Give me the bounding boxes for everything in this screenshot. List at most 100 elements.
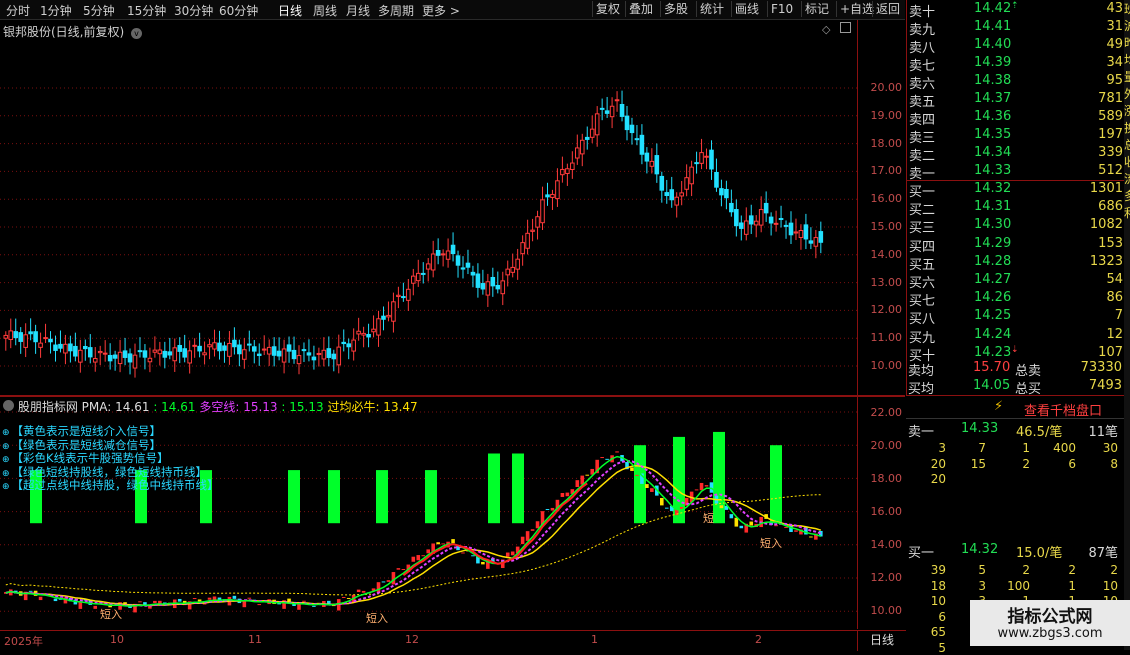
candle-body[interactable] — [117, 351, 123, 365]
candle-body[interactable] — [773, 222, 779, 225]
toolbar-button-8[interactable]: 返回 — [872, 1, 903, 17]
book-row[interactable]: 卖六 14.38 95 — [907, 73, 1125, 92]
candle-body[interactable] — [157, 349, 163, 355]
candle-body[interactable] — [525, 232, 530, 249]
candle-body[interactable] — [43, 337, 48, 340]
candle-body[interactable] — [137, 350, 143, 353]
candle-body[interactable] — [406, 288, 411, 301]
candle-body[interactable] — [500, 280, 506, 295]
candle-body[interactable] — [33, 331, 38, 343]
candle-body[interactable] — [346, 343, 351, 348]
book-row[interactable]: 卖五 14.37 781 — [907, 91, 1125, 110]
candle-body[interactable] — [669, 189, 675, 201]
candle-body[interactable] — [336, 346, 342, 366]
candle-body[interactable] — [415, 272, 421, 282]
candle-body[interactable] — [783, 224, 789, 227]
candle-body[interactable] — [8, 330, 14, 340]
candle-body[interactable] — [261, 348, 267, 351]
candle-body[interactable] — [565, 168, 570, 174]
candle-body[interactable] — [172, 347, 178, 362]
candle-body[interactable] — [560, 168, 565, 176]
candle-body[interactable] — [291, 349, 297, 360]
candle-body[interactable] — [187, 350, 192, 364]
candle-body[interactable] — [694, 162, 699, 165]
period-tab-10[interactable]: 更多 > — [422, 2, 460, 19]
candle-body[interactable] — [455, 255, 461, 266]
book-row[interactable]: 卖七 14.39 34 — [907, 55, 1125, 74]
candle-body[interactable] — [331, 353, 337, 360]
candle-body[interactable] — [545, 194, 550, 198]
candle-body[interactable] — [649, 160, 655, 167]
candle-body[interactable] — [48, 338, 53, 343]
candle-body[interactable] — [122, 350, 128, 358]
candle-body[interactable] — [530, 229, 535, 232]
candle-body[interactable] — [271, 346, 277, 356]
candle-body[interactable] — [699, 152, 704, 164]
candle-body[interactable] — [734, 209, 739, 227]
candle-body[interactable] — [739, 222, 744, 229]
candle-body[interactable] — [550, 193, 555, 198]
book-row[interactable]: 买一 14.32 1301 — [907, 181, 1125, 200]
candle-body[interactable] — [575, 147, 580, 159]
candle-body[interactable] — [430, 253, 436, 271]
period-tab-4[interactable]: 30分钟 — [174, 2, 213, 19]
candle-body[interactable] — [788, 222, 794, 236]
candle-body[interactable] — [535, 216, 540, 228]
candle-body[interactable] — [724, 188, 729, 199]
candle-body[interactable] — [78, 349, 83, 363]
period-tab-7[interactable]: 周线 — [313, 2, 337, 19]
candle-body[interactable] — [251, 346, 257, 352]
candle-body[interactable] — [361, 332, 366, 336]
period-tab-2[interactable]: 5分钟 — [83, 2, 115, 19]
book-row[interactable]: 卖九 14.41 31 — [907, 19, 1125, 38]
candle-body[interactable] — [38, 342, 43, 348]
candle-body[interactable] — [232, 339, 237, 348]
candle-body[interactable] — [237, 344, 242, 355]
candle-body[interactable] — [753, 220, 759, 226]
candle-body[interactable] — [167, 351, 173, 356]
candle-body[interactable] — [222, 345, 227, 351]
candle-body[interactable] — [743, 220, 749, 235]
candle-body[interactable] — [301, 349, 307, 352]
candle-body[interactable] — [808, 240, 814, 244]
candle-body[interactable] — [609, 105, 615, 118]
candle-body[interactable] — [142, 350, 148, 358]
candle-body[interactable] — [520, 242, 525, 255]
candle-body[interactable] — [480, 283, 486, 290]
period-tab-1[interactable]: 1分钟 — [40, 2, 72, 19]
candle-body[interactable] — [589, 128, 595, 138]
candle-body[interactable] — [391, 301, 396, 322]
candle-body[interactable] — [445, 250, 451, 260]
candle-body[interactable] — [420, 272, 426, 275]
candle-body[interactable] — [470, 271, 476, 276]
candle-body[interactable] — [326, 348, 332, 358]
candle-body[interactable] — [515, 258, 520, 270]
toolbar-button-4[interactable]: 画线 — [731, 1, 762, 17]
candle-body[interactable] — [719, 188, 724, 196]
book-row[interactable]: 买六 14.27 54 — [907, 272, 1125, 291]
period-label[interactable]: 日线 — [857, 630, 906, 651]
toolbar-button-2[interactable]: 多股 — [660, 1, 691, 17]
book-row[interactable]: 卖八 14.40 49 — [907, 37, 1125, 56]
candle-body[interactable] — [684, 177, 689, 190]
candle-body[interactable] — [803, 224, 809, 240]
candle-body[interactable] — [281, 348, 287, 363]
book-row[interactable]: 卖四 14.36 589 — [907, 109, 1125, 128]
candle-body[interactable] — [614, 99, 620, 102]
period-tab-9[interactable]: 多周期 — [378, 2, 414, 19]
candle-body[interactable] — [28, 331, 33, 335]
candle-body[interactable] — [604, 110, 610, 114]
book-row[interactable]: 买四 14.29 153 — [907, 236, 1125, 255]
candle-body[interactable] — [440, 253, 446, 256]
candle-body[interactable] — [266, 346, 272, 355]
candle-body[interactable] — [679, 192, 684, 197]
candle-body[interactable] — [311, 356, 317, 361]
candle-body[interactable] — [371, 328, 376, 333]
candle-body[interactable] — [112, 354, 118, 359]
candle-body[interactable] — [798, 229, 804, 238]
candle-body[interactable] — [689, 166, 694, 185]
candle-body[interactable] — [813, 237, 819, 247]
candle-body[interactable] — [778, 218, 784, 221]
candle-body[interactable] — [296, 355, 302, 365]
candle-body[interactable] — [763, 202, 769, 214]
